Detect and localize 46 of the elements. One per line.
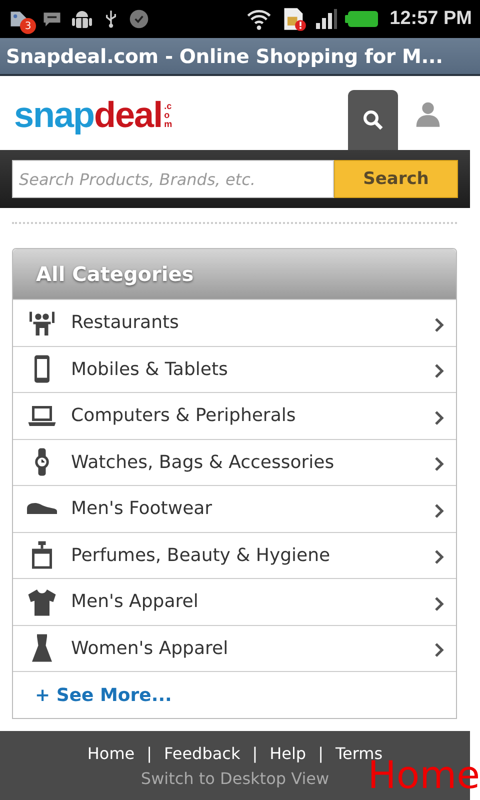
chevron-right-icon [434,363,444,380]
category-item[interactable]: Men's Footwear [13,485,456,532]
category-label: Men's Apparel [71,591,200,612]
chevron-right-icon [434,596,444,612]
category-item[interactable]: Perfumes, Beauty & Hygiene [13,532,456,578]
category-item[interactable]: Computers & Peripherals [13,392,456,438]
footer-link[interactable]: Home [87,744,135,763]
shirt-icon [27,586,57,617]
category-item[interactable]: Women's Apparel [13,624,456,671]
chevron-right-icon [434,456,444,472]
category-label: Perfumes, Beauty & Hygiene [71,544,332,566]
category-item[interactable]: Watches, Bags & Accessories [13,438,456,485]
category-label: Watches, Bags & Accessories [71,452,336,473]
category-item[interactable]: Men's Apparel [13,578,456,624]
title-bar: Snapdeal.com - Online Shopping for M... [0,38,480,76]
signal-icon [314,7,338,31]
search-tab[interactable] [348,90,398,150]
category-label: Restaurants [71,312,180,334]
battery-icon [344,10,379,28]
search-field[interactable]: Search Products, Brands, etc. [12,160,334,198]
category-label: Men's Footwear [71,498,214,520]
chevron-right-icon [434,410,444,426]
category-item[interactable]: Restaurants [13,299,456,346]
category-label: Women's Apparel [71,638,230,659]
check-bubble-icon [128,8,150,30]
shoe-icon [27,503,57,514]
search-button[interactable]: Search [334,160,458,198]
search-icon [361,108,385,132]
separator: | [318,744,324,763]
separator: | [252,744,258,763]
notification-badge: 3 [20,18,36,34]
chevron-right-icon [434,502,444,519]
clock: 12:57 PM [390,8,472,30]
category-label: Mobiles & Tablets [71,358,229,380]
desktop-view-link[interactable]: Switch to Desktop View [140,769,330,788]
footer-link[interactable]: Feedback [164,744,240,763]
panel-title: All Categories [13,249,456,299]
separator: | [146,744,152,763]
chevron-right-icon [434,642,444,658]
chevron-right-icon [434,549,444,566]
user-icon [414,100,442,128]
category-label: Computers & Peripherals [71,405,297,426]
footer-link[interactable]: Help [270,744,306,763]
category-item[interactable]: Mobiles & Tablets [13,346,456,392]
chevron-right-icon [434,316,444,333]
see-more-link[interactable]: + See More... [35,684,172,706]
